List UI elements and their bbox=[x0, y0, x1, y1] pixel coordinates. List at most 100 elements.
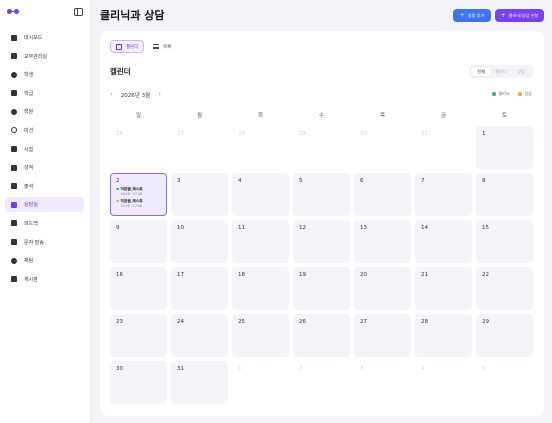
chevron-left-icon[interactable]: ‹ bbox=[110, 91, 113, 98]
day-number: 26 bbox=[299, 319, 306, 325]
sidebar-item-building[interactable]: 교무관리실 bbox=[5, 49, 84, 64]
day-cell[interactable]: 26 bbox=[293, 314, 350, 357]
day-cell[interactable]: 20 bbox=[354, 267, 411, 310]
day-number: 27 bbox=[360, 319, 367, 325]
filter-consult[interactable]: 상담 bbox=[511, 67, 531, 76]
add-schedule-label: 일정 추가 bbox=[467, 12, 485, 18]
day-cell[interactable]: 30 bbox=[110, 361, 167, 404]
day-cell[interactable]: 3 bbox=[354, 361, 411, 404]
day-cell[interactable]: 30 bbox=[354, 126, 411, 169]
legend-consult-dot bbox=[518, 92, 522, 96]
day-cell[interactable]: 26 bbox=[110, 126, 167, 169]
day-cell[interactable]: 7 bbox=[415, 173, 472, 216]
day-cell[interactable]: 24 bbox=[171, 314, 228, 357]
sidebar-item-label: 대시보드 bbox=[24, 35, 43, 41]
sidebar-item-attendance[interactable]: 출석 bbox=[5, 179, 84, 194]
sidebar-item-exam[interactable]: 시험 bbox=[5, 142, 84, 157]
day-number: 28 bbox=[238, 131, 245, 137]
grade-icon bbox=[11, 164, 17, 171]
weekday-header: 월 bbox=[196, 113, 203, 119]
day-cell[interactable]: 18 bbox=[232, 267, 289, 310]
day-cell[interactable]: 28 bbox=[415, 314, 472, 357]
tab-list[interactable]: 목록 bbox=[148, 40, 176, 53]
day-cell[interactable]: 9 bbox=[110, 220, 167, 263]
day-cell[interactable]: 6 bbox=[354, 173, 411, 216]
sidebar-item-sms[interactable]: 문자 발송 bbox=[5, 235, 84, 250]
day-cell[interactable]: 2 bbox=[293, 361, 350, 404]
day-cell[interactable]: 29 bbox=[476, 314, 533, 357]
day-number: 17 bbox=[177, 272, 184, 278]
sidebar-item-staff[interactable]: 직원 bbox=[5, 104, 84, 119]
day-cell[interactable]: 1 bbox=[476, 126, 533, 169]
building-icon bbox=[11, 53, 17, 60]
sidebar-item-feedback[interactable]: 피드백 bbox=[5, 216, 84, 231]
weekday-header: 수 bbox=[318, 113, 325, 119]
sidebar-toggle-icon[interactable] bbox=[74, 8, 83, 16]
day-cell[interactable]: 10 bbox=[171, 220, 228, 263]
day-cell[interactable]: 12 bbox=[293, 220, 350, 263]
day-number: 21 bbox=[421, 272, 428, 278]
day-cell[interactable]: 27 bbox=[171, 126, 228, 169]
add-schedule-button[interactable]: + 일정 추가 bbox=[453, 9, 491, 22]
appointment-item[interactable]: 직원쌤_테스트 16:28~17:08 bbox=[116, 199, 143, 208]
consult-request-label: 클리닉/상담 신청 bbox=[508, 12, 539, 18]
day-cell[interactable]: 1 bbox=[232, 361, 289, 404]
day-cell[interactable]: 11 bbox=[232, 220, 289, 263]
day-cell[interactable]: 29 bbox=[293, 126, 350, 169]
sidebar-item-label: 채팅 bbox=[24, 258, 34, 265]
logo-icon[interactable] bbox=[7, 8, 19, 15]
sidebar-item-label: 교무관리실 bbox=[24, 53, 48, 60]
day-cell[interactable]: 31 bbox=[171, 361, 228, 404]
day-cell[interactable]: 22 bbox=[476, 267, 533, 310]
sidebar-item-mission[interactable]: 미션 bbox=[5, 123, 84, 138]
consult-request-button[interactable]: + 클리닉/상담 신청 bbox=[495, 9, 544, 22]
day-cell[interactable]: 31 bbox=[415, 126, 472, 169]
sidebar-item-chat[interactable]: 채팅 bbox=[5, 253, 84, 268]
month-navigator: ‹ 2026년 3월 › bbox=[110, 90, 161, 99]
day-number: 3 bbox=[177, 178, 181, 184]
day-cell[interactable]: 23 bbox=[110, 314, 167, 357]
filter-all[interactable]: 전체 bbox=[471, 67, 491, 76]
day-cell[interactable]: 21 bbox=[415, 267, 472, 310]
tab-list-label: 목록 bbox=[163, 44, 172, 50]
day-number: 11 bbox=[238, 225, 245, 231]
chevron-right-icon[interactable]: › bbox=[158, 91, 161, 98]
day-number: 1 bbox=[238, 366, 242, 372]
day-cell[interactable]: 17 bbox=[171, 267, 228, 310]
sidebar-item-board[interactable]: 게시판 bbox=[5, 272, 84, 287]
sidebar-item-consult[interactable]: 상담실 bbox=[5, 197, 84, 213]
calendar-icon bbox=[116, 43, 122, 50]
day-cell[interactable]: 13 bbox=[354, 220, 411, 263]
sidebar-item-label: 학급 bbox=[24, 90, 34, 97]
staff-icon bbox=[11, 108, 17, 115]
day-number: 13 bbox=[360, 225, 367, 231]
filter-clinic[interactable]: 클리닉 bbox=[491, 67, 511, 76]
day-number: 26 bbox=[116, 131, 123, 137]
day-cell[interactable]: 8 bbox=[476, 173, 533, 216]
day-number: 1 bbox=[482, 131, 486, 137]
day-cell[interactable]: 28 bbox=[232, 126, 289, 169]
day-cell[interactable]: 5 bbox=[293, 173, 350, 216]
day-cell[interactable]: 19 bbox=[293, 267, 350, 310]
day-cell[interactable]: 15 bbox=[476, 220, 533, 263]
plus-icon: + bbox=[459, 11, 465, 19]
sidebar-item-student[interactable]: 학생 bbox=[5, 67, 84, 82]
day-cell[interactable]: 3 bbox=[171, 173, 228, 216]
sidebar-item-class[interactable]: 학급 bbox=[5, 86, 84, 101]
day-cell[interactable]: 4 bbox=[232, 173, 289, 216]
day-number: 29 bbox=[299, 131, 306, 137]
sidebar-item-dashboard[interactable]: 대시보드 bbox=[5, 30, 84, 45]
sidebar-item-label: 직원 bbox=[24, 109, 34, 116]
day-cell[interactable]: 27 bbox=[354, 314, 411, 357]
appointment-item[interactable]: 직원쌤_테스트 16:28~17:08 bbox=[116, 187, 143, 196]
sidebar-item-grade[interactable]: 성적 bbox=[5, 160, 84, 175]
day-cell-selected[interactable]: 2 직원쌤_테스트 16:28~17:08 직원쌤_테스트 16:28~17:08 bbox=[110, 173, 167, 216]
day-cell[interactable]: 5 bbox=[476, 361, 533, 404]
day-cell[interactable]: 16 bbox=[110, 267, 167, 310]
day-cell[interactable]: 25 bbox=[232, 314, 289, 357]
tab-calendar[interactable]: 캘린더 bbox=[110, 40, 145, 53]
day-cell[interactable]: 14 bbox=[415, 220, 472, 263]
day-number: 5 bbox=[299, 178, 303, 184]
day-cell[interactable]: 4 bbox=[415, 361, 472, 404]
day-number: 24 bbox=[177, 319, 184, 325]
